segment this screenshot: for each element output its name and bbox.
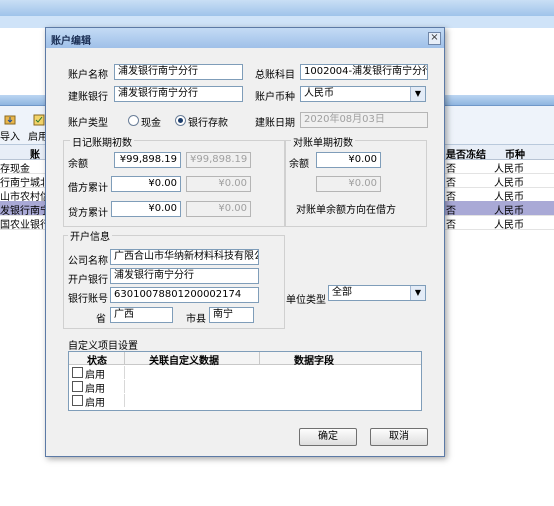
company-label: 公司名称 — [68, 256, 108, 267]
custom-item-row[interactable]: 启用 — [69, 366, 421, 381]
column-linked-data: 关联自定义数据 — [149, 356, 219, 367]
enable-icon — [33, 114, 45, 126]
unit-type-value: 全部 — [332, 287, 352, 298]
bank-deposit-radio-label: 银行存款 — [188, 118, 228, 129]
custom-items-title: 自定义项目设置 — [68, 341, 138, 352]
open-bank-input[interactable]: 浦发银行南宁分行 — [110, 268, 259, 284]
statement-balance-readonly: ¥0.00 — [316, 176, 381, 192]
account-no-label: 银行账号 — [68, 294, 108, 305]
account-info-title: 开户信息 — [68, 228, 112, 243]
account-type-label: 账户类型 — [68, 118, 108, 129]
enable-checkbox[interactable] — [72, 395, 83, 406]
enable-checkbox[interactable] — [72, 367, 83, 378]
unit-type-label: 单位类型 — [286, 295, 326, 306]
statement-direction-note: 对账单余额方向在借方 — [296, 205, 396, 216]
journal-debit-readonly: ¥0.00 — [186, 176, 251, 192]
province-label: 省 — [96, 314, 106, 325]
enable-checkbox-label: 启用 — [85, 398, 105, 409]
cancel-button[interactable]: 取消 — [370, 428, 428, 446]
dialog-titlebar[interactable]: 账户编辑 × — [46, 28, 444, 48]
column-data-field: 数据字段 — [294, 356, 334, 367]
currency-label: 账户币种 — [255, 92, 295, 103]
account-no-input[interactable]: 63010078801200002174 — [110, 287, 259, 303]
general-subject-label: 总账科目 — [255, 70, 295, 81]
journal-debit-input[interactable]: ¥0.00 — [111, 176, 181, 192]
custom-items-header: 状态 关联自定义数据 数据字段 — [69, 352, 421, 367]
open-bank-label: 开户银行 — [68, 275, 108, 286]
city-input[interactable]: 南宁 — [209, 307, 254, 323]
journal-credit-label: 贷方累计 — [68, 208, 108, 219]
statement-balance-label: 余额 — [289, 159, 309, 170]
currency-select[interactable]: 人民币 ▼ — [300, 86, 426, 102]
open-date-input: 2020年08月03日 — [300, 112, 428, 128]
account-edit-dialog: 账户编辑 × 账户名称 浦发银行南宁分行 总账科目 1002004-浦发银行南宁… — [45, 27, 445, 457]
journal-debit-label: 借方累计 — [68, 183, 108, 194]
statement-opening-title: 对账单期初数 — [291, 134, 355, 149]
province-input[interactable]: 广西 — [110, 307, 173, 323]
background-window-titlebar — [0, 0, 554, 16]
custom-items-grid: 状态 关联自定义数据 数据字段 启用 启用 启用 — [68, 351, 422, 411]
import-label: 导入 — [0, 132, 20, 143]
enable-checkbox[interactable] — [72, 381, 83, 392]
bank-deposit-radio[interactable] — [175, 115, 186, 126]
statement-balance-input[interactable]: ¥0.00 — [316, 152, 381, 168]
account-name-input[interactable]: 浦发银行南宁分行 — [114, 64, 243, 80]
chevron-down-icon[interactable]: ▼ — [410, 87, 425, 101]
custom-item-row[interactable]: 启用 — [69, 394, 421, 409]
journal-credit-input[interactable]: ¥0.00 — [111, 201, 181, 217]
journal-balance-label: 余额 — [68, 159, 88, 170]
close-icon[interactable]: × — [428, 32, 441, 45]
journal-opening-title: 日记账期初数 — [70, 134, 134, 149]
column-status: 状态 — [87, 356, 107, 367]
cash-radio[interactable] — [128, 115, 139, 126]
dialog-title: 账户编辑 — [51, 36, 91, 47]
journal-balance-input[interactable]: ¥99,898.19 — [114, 152, 181, 168]
journal-balance-readonly: ¥99,898.19 — [186, 152, 251, 168]
ok-button[interactable]: 确定 — [299, 428, 357, 446]
city-label: 市县 — [186, 314, 206, 325]
import-button[interactable]: 导入 — [0, 114, 20, 143]
custom-item-row[interactable]: 启用 — [69, 380, 421, 395]
company-input[interactable]: 广西合山市华纳新材料科技有限公 — [110, 249, 259, 265]
journal-credit-readonly: ¥0.00 — [186, 201, 251, 217]
open-date-label: 建账日期 — [255, 118, 295, 129]
enable-checkbox-label: 启用 — [85, 384, 105, 395]
general-subject-input[interactable]: 1002004-浦发银行南宁分行217 — [300, 64, 428, 80]
chevron-down-icon[interactable]: ▼ — [410, 286, 425, 300]
import-icon — [4, 115, 16, 125]
enable-checkbox-label: 启用 — [85, 370, 105, 381]
bank-label: 建账银行 — [68, 92, 108, 103]
currency-value: 人民币 — [304, 88, 334, 99]
cash-radio-label: 现金 — [141, 118, 161, 129]
account-name-label: 账户名称 — [68, 70, 108, 81]
bank-input[interactable]: 浦发银行南宁分行 — [114, 86, 243, 102]
unit-type-select[interactable]: 全部 ▼ — [328, 285, 426, 301]
